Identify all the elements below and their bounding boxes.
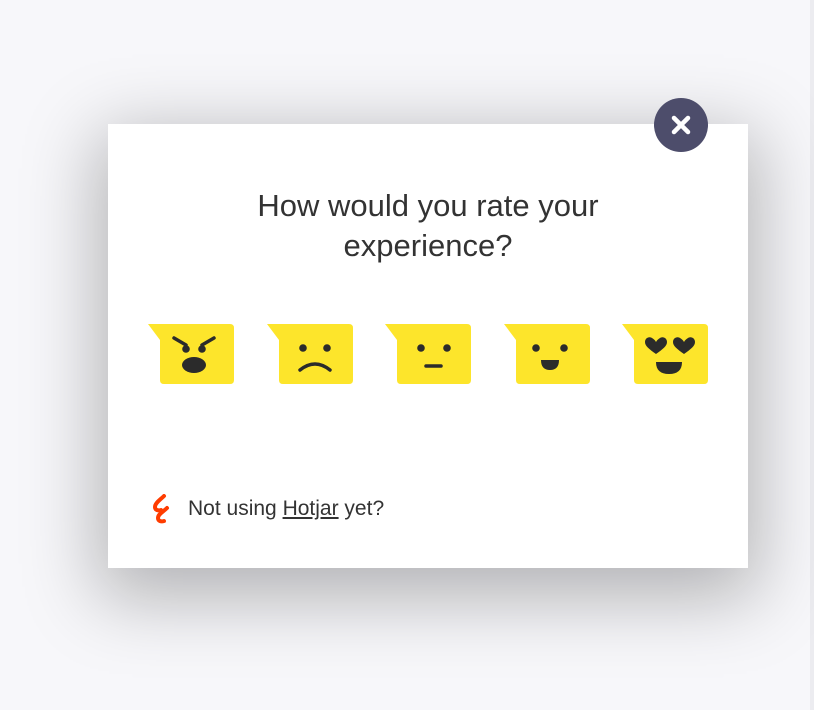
rating-options	[148, 324, 708, 388]
neutral-face-icon	[385, 324, 471, 384]
close-icon	[671, 115, 691, 135]
rating-dislike-button[interactable]	[267, 324, 355, 388]
page-scrollbar-edge	[810, 0, 814, 710]
promo-prefix: Not using	[188, 497, 283, 520]
close-button[interactable]	[654, 98, 708, 152]
feedback-modal: How would you rate your experience? Not …	[108, 124, 748, 568]
rating-hate-button[interactable]	[148, 324, 236, 388]
survey-question: How would you rate your experience?	[108, 186, 748, 266]
hotjar-promo: Not using Hotjar yet?	[150, 494, 384, 524]
rating-love-button[interactable]	[622, 324, 710, 388]
smile-face-icon	[504, 324, 590, 384]
hotjar-link[interactable]: Hotjar	[283, 497, 339, 521]
heart-eyes-face-icon	[622, 324, 708, 384]
question-line-1: How would you rate your	[257, 188, 599, 223]
rating-like-button[interactable]	[504, 324, 592, 388]
promo-suffix: yet?	[338, 497, 385, 520]
question-line-2: experience?	[343, 228, 513, 263]
rating-neutral-button[interactable]	[385, 324, 473, 388]
sad-face-icon	[267, 324, 353, 384]
angry-face-icon	[148, 324, 234, 384]
hotjar-logo-icon	[152, 494, 169, 524]
